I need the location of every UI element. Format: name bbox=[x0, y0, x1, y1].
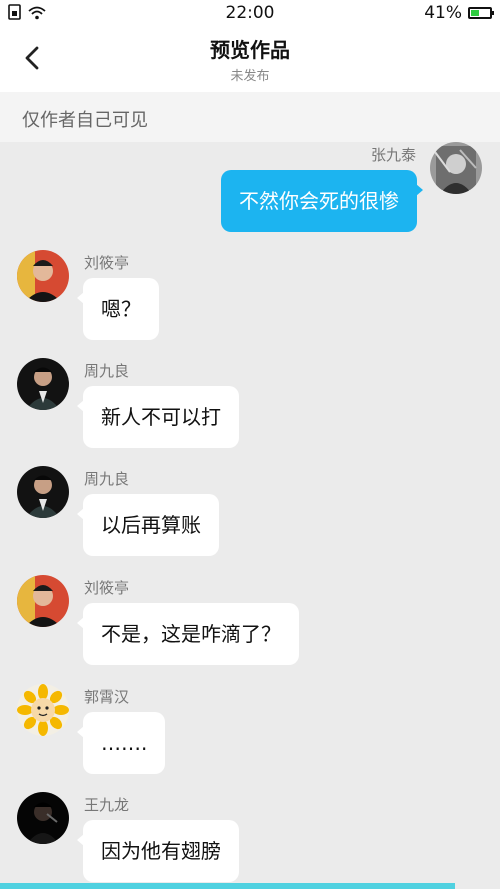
sender-name: 郭霄汉 bbox=[84, 688, 130, 706]
visibility-notice-bar: 仅作者自己可见 bbox=[0, 92, 500, 142]
battery-icon bbox=[468, 7, 494, 19]
sender-name: 周九良 bbox=[84, 470, 130, 488]
sender-name: 王九龙 bbox=[84, 796, 130, 814]
avatar[interactable] bbox=[17, 575, 69, 627]
message-bubble[interactable]: 因为他有翅膀 bbox=[77, 820, 239, 882]
visibility-notice: 仅作者自己可见 bbox=[22, 110, 148, 131]
sender-name: 刘筱亭 bbox=[84, 254, 130, 272]
avatar[interactable] bbox=[430, 142, 482, 194]
message-bubble[interactable]: 嗯？ bbox=[77, 278, 159, 340]
page-subtitle: 未发布 bbox=[230, 69, 270, 84]
status-icons-right: 41% bbox=[424, 3, 494, 23]
message-bubble[interactable]: ……. bbox=[76, 712, 166, 774]
battery-percentage: 41% bbox=[424, 3, 462, 23]
sender-name: 周九良 bbox=[84, 362, 130, 380]
status-bar: 22:00 41% bbox=[0, 0, 500, 26]
nav-header: 预览作品 未发布 bbox=[0, 26, 500, 92]
message-bubble[interactable]: 以后再算账 bbox=[77, 494, 219, 556]
message-bubble[interactable]: 不然你会死的很惨 bbox=[221, 170, 423, 232]
page-title: 预览作品 bbox=[210, 38, 290, 62]
avatar[interactable] bbox=[17, 250, 69, 302]
sender-name: 刘筱亭 bbox=[84, 579, 130, 597]
message-bubble[interactable]: 新人不可以打 bbox=[77, 386, 239, 448]
avatar[interactable] bbox=[17, 466, 69, 518]
avatar[interactable] bbox=[17, 358, 69, 410]
sender-name: 张九泰 bbox=[370, 146, 416, 164]
bottom-accent-bar bbox=[0, 883, 455, 889]
message-bubble[interactable]: 不是，这是咋滴了？ bbox=[77, 603, 299, 665]
avatar[interactable] bbox=[17, 792, 69, 844]
avatar[interactable] bbox=[17, 684, 69, 736]
